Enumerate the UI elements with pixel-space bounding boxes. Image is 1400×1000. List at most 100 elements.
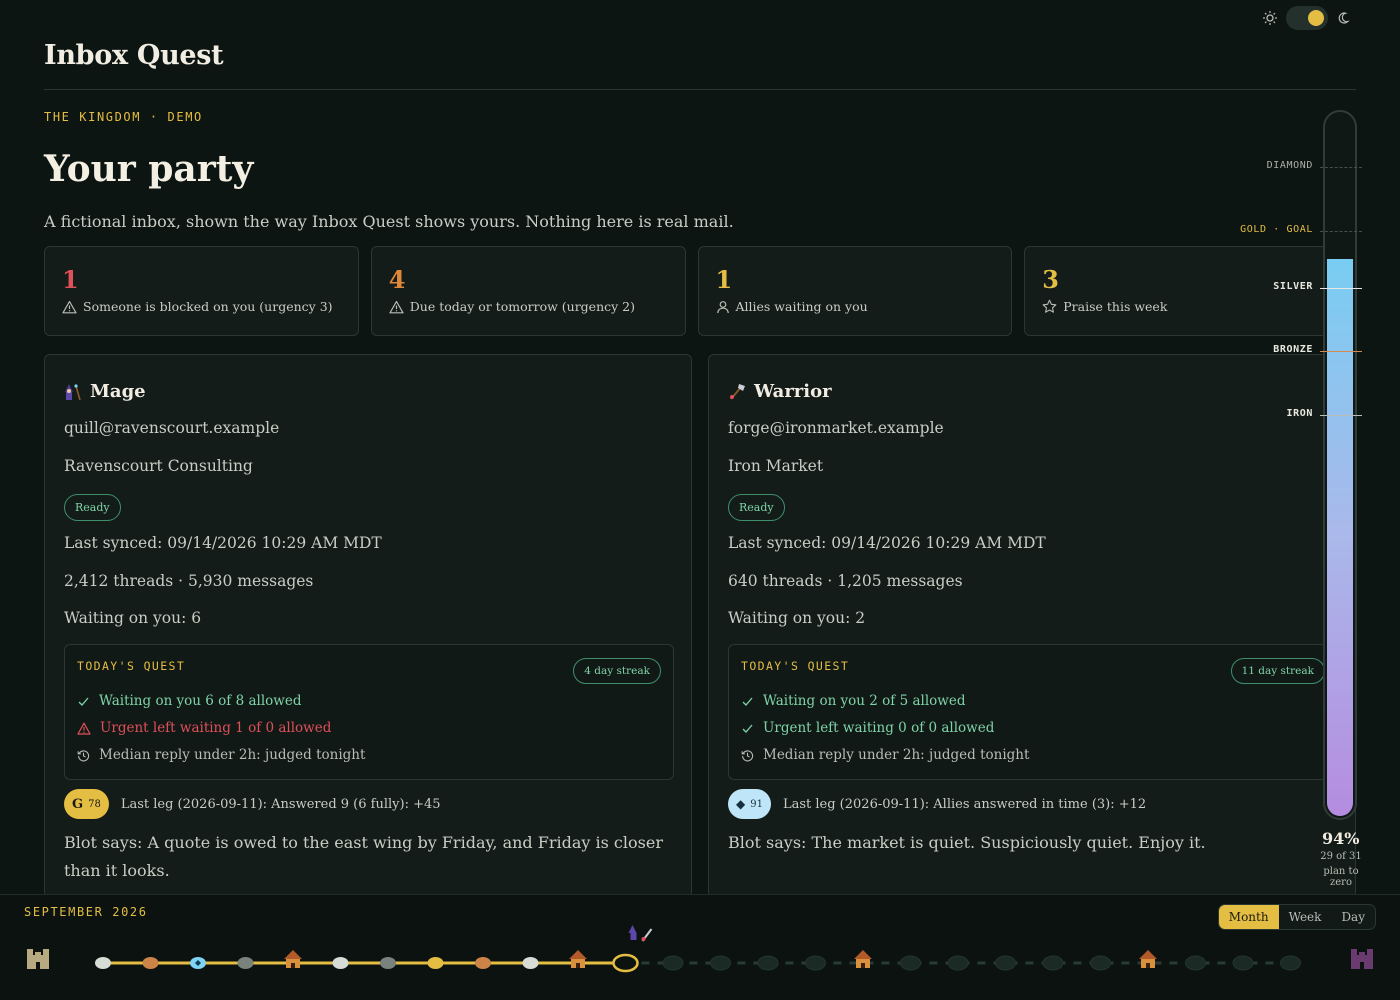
- iron-day-marker[interactable]: [380, 957, 396, 969]
- last-leg-text: Last leg (2026-09-11): Answered 9 (6 ful…: [120, 796, 441, 812]
- warning-icon: [389, 300, 404, 313]
- check-icon: [78, 697, 89, 706]
- account-card-warrior: Warrior forge@ironmarket.example Iron Ma…: [708, 354, 1356, 914]
- bronze-day-marker[interactable]: [475, 957, 491, 969]
- progress-caption: plan to zero: [1323, 866, 1359, 888]
- theme-toggle-switch[interactable]: [1286, 6, 1328, 30]
- status-badge: Ready: [728, 494, 785, 521]
- warrior-icon: [730, 383, 745, 400]
- account-card-mage: Mage quill@ravenscourt.example Ravenscou…: [44, 354, 692, 914]
- future-day-marker[interactable]: [995, 955, 1016, 971]
- account-name-label: Warrior: [754, 381, 832, 402]
- blot-message: Blot says: The market is quiet. Suspicio…: [728, 833, 1206, 852]
- warning-icon: [77, 722, 91, 735]
- quest-item-text: Urgent left waiting 0 of 0 allowed: [763, 720, 995, 736]
- progress-count: 29 of 31: [1320, 851, 1362, 862]
- future-day-marker[interactable]: [900, 955, 921, 971]
- rank-glyph: G: [72, 796, 84, 812]
- future-day-marker[interactable]: [1232, 955, 1254, 971]
- last-synced: Last synced: 09/14/2026 10:29 AM MDT: [728, 534, 1046, 552]
- tier-label: BRONZE: [1273, 344, 1313, 356]
- warning-icon: [62, 300, 77, 313]
- future-day-marker[interactable]: [1185, 955, 1206, 971]
- streak-badge: 11 day streak: [1230, 658, 1325, 684]
- moon-icon: [1338, 12, 1350, 24]
- mage-icon: [65, 383, 81, 400]
- history-icon: [77, 749, 90, 761]
- silver-day-marker[interactable]: [95, 957, 111, 969]
- todays-quest: TODAY'S QUEST 11 day streak Waiting on y…: [728, 644, 1338, 780]
- rank-badge[interactable]: G 78: [64, 789, 109, 819]
- last-leg: ◆ 91 Last leg (2026-09-11): Allies answe…: [728, 789, 1146, 819]
- future-day-marker[interactable]: [757, 955, 779, 971]
- future-day-marker[interactable]: [1042, 955, 1064, 971]
- rest-day-house-icon[interactable]: [1139, 950, 1157, 968]
- todays-quest: TODAY'S QUEST 4 day streak Waiting on yo…: [64, 644, 674, 780]
- stat-card-allies[interactable]: 1 Allies waiting on you: [697, 246, 1013, 336]
- tier-line: [1320, 166, 1362, 168]
- account-email: forge@ironmarket.example: [728, 419, 944, 437]
- iron-day-marker[interactable]: [237, 957, 254, 969]
- quest-item-text: Waiting on you 6 of 8 allowed: [99, 693, 302, 709]
- kingdom-eyebrow: THE KINGDOM · DEMO: [44, 110, 203, 124]
- quest-item-text: Median reply under 2h: judged tonight: [99, 747, 366, 763]
- future-day-marker[interactable]: [805, 955, 826, 971]
- rest-day-house-icon[interactable]: [854, 950, 872, 968]
- last-leg-text: Last leg (2026-09-11): Allies answered i…: [782, 796, 1147, 812]
- party-avatars-icon: [628, 925, 653, 942]
- header-divider: [44, 89, 1356, 90]
- gold-day-marker[interactable]: [427, 957, 444, 969]
- future-day-marker[interactable]: [1280, 955, 1301, 971]
- thread-counts: 2,412 threads · 5,930 messages: [64, 572, 314, 590]
- stat-label-row: Someone is blocked on you (urgency 3): [62, 299, 358, 314]
- future-day-marker[interactable]: [947, 955, 969, 971]
- silver-day-marker[interactable]: [522, 957, 539, 969]
- month-timeline: SEPTEMBER 2026 Month Week Day: [0, 894, 1400, 1000]
- page-title: Your party: [44, 148, 254, 190]
- future-day-marker[interactable]: [662, 955, 684, 971]
- stat-label: Praise this week: [1063, 299, 1168, 314]
- account-org: Iron Market: [728, 457, 824, 475]
- account-name-label: Mage: [90, 381, 146, 402]
- tier-label: GOLD · GOAL: [1240, 223, 1313, 235]
- last-leg: G 78 Last leg (2026-09-11): Answered 9 (…: [64, 789, 441, 819]
- rank-glyph: ◆: [736, 797, 746, 811]
- quest-item: Waiting on you 2 of 5 allowed: [741, 693, 965, 709]
- quest-item: Urgent left waiting 0 of 0 allowed: [741, 720, 994, 736]
- dark-castle-icon: [1351, 949, 1373, 969]
- star-icon: [1042, 299, 1057, 313]
- thermometer-fill: [1327, 259, 1353, 816]
- stat-card-blocked[interactable]: 1 Someone is blocked on you (urgency 3): [44, 246, 359, 336]
- rank-badge[interactable]: ◆ 91: [728, 789, 771, 819]
- future-day-marker[interactable]: [1090, 955, 1111, 971]
- quest-item: Urgent left waiting 1 of 0 allowed: [77, 720, 331, 736]
- quest-item-text: Urgent left waiting 1 of 0 allowed: [100, 720, 332, 736]
- waiting-count: Waiting on you: 6: [64, 609, 202, 627]
- quest-item-text: Median reply under 2h: judged tonight: [763, 747, 1030, 763]
- stat-label-row: Due today or tomorrow (urgency 2): [389, 299, 685, 314]
- rest-day-house-icon[interactable]: [284, 950, 302, 968]
- tier-line: [1320, 351, 1362, 353]
- app-title[interactable]: Inbox Quest: [44, 40, 224, 71]
- tier-line: [1320, 287, 1362, 289]
- tier-line: [1320, 415, 1362, 417]
- stat-label: Someone is blocked on you (urgency 3): [83, 299, 333, 314]
- streak-badge: 4 day streak: [573, 658, 661, 684]
- silver-day-marker[interactable]: [332, 957, 349, 969]
- tier-label: DIAMOND: [1266, 159, 1313, 171]
- bronze-day-marker[interactable]: [142, 957, 159, 969]
- rank-value: 91: [750, 798, 763, 810]
- page-subtitle: A fictional inbox, shown the way Inbox Q…: [44, 212, 734, 231]
- today-marker[interactable]: [612, 953, 639, 973]
- account-name: Warrior: [728, 381, 832, 402]
- theme-toggle[interactable]: [1262, 6, 1350, 30]
- stat-value: 4: [388, 265, 406, 294]
- account-email: quill@ravenscourt.example: [64, 419, 280, 437]
- rest-day-house-icon[interactable]: [569, 950, 587, 968]
- stat-label-row: Praise this week: [1042, 299, 1338, 314]
- stat-label: Due today or tomorrow (urgency 2): [409, 299, 636, 314]
- future-day-marker[interactable]: [710, 955, 731, 971]
- person-icon: [716, 300, 729, 313]
- quest-item-text: Waiting on you 2 of 5 allowed: [763, 693, 966, 709]
- stat-card-due[interactable]: 4 Due today or tomorrow (urgency 2): [370, 246, 686, 336]
